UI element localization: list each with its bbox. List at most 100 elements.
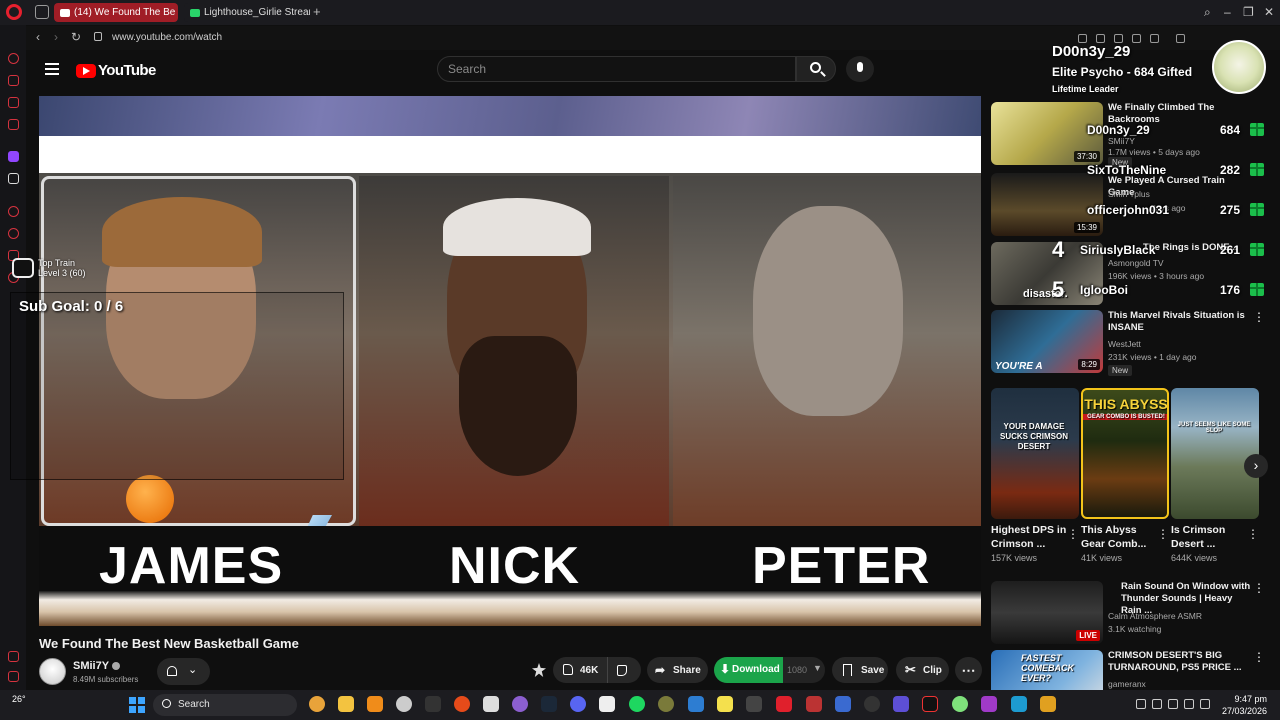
- wifi-icon[interactable]: [1184, 699, 1194, 709]
- aria-icon[interactable]: [8, 53, 19, 64]
- tray-chevron-icon[interactable]: [1136, 699, 1146, 709]
- spotify-icon[interactable]: [629, 696, 645, 712]
- save-button[interactable]: Save: [832, 657, 888, 683]
- vlc-icon[interactable]: [367, 696, 383, 712]
- app-icon[interactable]: [396, 696, 412, 712]
- video-thumbnail[interactable]: FASTEST COMEBACK EVER?: [991, 650, 1103, 690]
- extensions-icon[interactable]: [1176, 34, 1185, 43]
- app-icon[interactable]: [806, 696, 822, 712]
- channel-avatar[interactable]: [39, 658, 66, 685]
- tab-stream[interactable]: Lighthouse_Girlie Stream: [184, 3, 310, 22]
- volume-icon[interactable]: [1200, 699, 1210, 709]
- crypto-wallet-icon[interactable]: [8, 97, 19, 108]
- short-thumbnail[interactable]: JUST SEEMS LIKE SOME SLOP: [1171, 388, 1259, 519]
- app-icon[interactable]: [746, 696, 762, 712]
- workspaces-icon[interactable]: [35, 5, 49, 19]
- player-icon[interactable]: [8, 206, 19, 217]
- tab-youtube[interactable]: (14) We Found The Be: [54, 3, 178, 22]
- chrome-icon[interactable]: [309, 696, 325, 712]
- channel-name[interactable]: SMii7Y: [73, 660, 121, 672]
- app-icon[interactable]: [512, 696, 528, 712]
- tiktok-icon[interactable]: [922, 696, 938, 712]
- forward-button[interactable]: ›: [54, 30, 58, 44]
- heart-icon[interactable]: [1150, 34, 1159, 43]
- steam-icon[interactable]: [541, 696, 557, 712]
- url-field[interactable]: www.youtube.com/watch: [112, 32, 222, 43]
- tray-icon[interactable]: [1152, 699, 1162, 709]
- shorts-next-button[interactable]: ›: [1244, 454, 1268, 478]
- sticky-notes-icon[interactable]: [717, 696, 733, 712]
- app-icon[interactable]: [483, 696, 499, 712]
- app-icon[interactable]: [599, 696, 615, 712]
- toolbar-icon[interactable]: [1078, 34, 1087, 43]
- app-icon[interactable]: [981, 696, 997, 712]
- youtube-logo[interactable]: YouTube: [76, 62, 156, 79]
- messenger-icon[interactable]: [8, 119, 19, 130]
- x-icon[interactable]: [8, 173, 19, 184]
- more-options-icon[interactable]: ⋮: [1253, 581, 1265, 595]
- toolbar-icon[interactable]: [1096, 34, 1105, 43]
- dislike-button[interactable]: [617, 665, 627, 676]
- menu-icon[interactable]: [45, 63, 59, 78]
- weather-widget[interactable]: 26°: [12, 694, 26, 704]
- app-icon[interactable]: [688, 696, 704, 712]
- share-button[interactable]: ➦ Share: [647, 657, 708, 683]
- sparkle-icon[interactable]: [532, 663, 546, 677]
- short-thumbnail[interactable]: THIS ABYSS GEAR COMBO IS BUSTED!: [1081, 388, 1169, 519]
- short-card[interactable]: JUST SEEMS LIKE SOME SLOP Is Crimson Des…: [1171, 388, 1259, 563]
- reload-button[interactable]: ↻: [71, 30, 81, 44]
- more-options-icon[interactable]: ⋮: [1247, 527, 1259, 541]
- toolbar-icon[interactable]: [1132, 34, 1141, 43]
- resolution-chevron-icon[interactable]: ▼: [813, 663, 822, 673]
- video-thumbnail[interactable]: LIVE: [991, 581, 1103, 644]
- discord-icon[interactable]: [570, 696, 586, 712]
- brave-icon[interactable]: [454, 696, 470, 712]
- search-input[interactable]: [448, 62, 778, 76]
- resolution-select[interactable]: 1080: [787, 665, 807, 675]
- like-button[interactable]: 46K: [553, 657, 608, 683]
- more-options-icon[interactable]: ⋮: [1157, 527, 1169, 541]
- app-icon[interactable]: [425, 696, 441, 712]
- app-icon[interactable]: [835, 696, 851, 712]
- clock[interactable]: 9:47 pm 27/03/2026: [1217, 693, 1267, 717]
- app-icon[interactable]: [893, 696, 909, 712]
- gx-control-icon[interactable]: [8, 651, 19, 662]
- tray-icon[interactable]: [1168, 699, 1178, 709]
- list-item[interactable]: LIVE Rain Sound On Window with Thunder S…: [991, 581, 1276, 645]
- more-actions-button[interactable]: ⋯: [955, 657, 982, 683]
- back-button[interactable]: ‹: [36, 30, 40, 44]
- app-icon[interactable]: [952, 696, 968, 712]
- new-tab-button[interactable]: +: [313, 4, 321, 19]
- bag-icon[interactable]: [8, 75, 19, 86]
- list-item[interactable]: FASTEST COMEBACK EVER? CRIMSON DESERT'S …: [991, 650, 1276, 690]
- opera-logo-icon[interactable]: [6, 4, 22, 20]
- short-thumbnail[interactable]: YOUR DAMAGE SUCKS CRIMSON DESERT: [991, 388, 1079, 519]
- opera-icon[interactable]: [776, 696, 792, 712]
- short-card[interactable]: THIS ABYSS GEAR COMBO IS BUSTED! This Ab…: [1081, 388, 1169, 563]
- leaderboard-user: SixToTheNine: [1087, 163, 1167, 177]
- notifications-button[interactable]: ⌄: [157, 658, 210, 685]
- taskbar-search[interactable]: Search: [153, 694, 297, 716]
- minimize-button[interactable]: –: [1224, 5, 1231, 19]
- close-button[interactable]: ✕: [1264, 5, 1274, 19]
- windows-start-icon[interactable]: [129, 697, 145, 713]
- search-button[interactable]: [796, 56, 836, 82]
- app-icon[interactable]: [864, 696, 880, 712]
- twitch-icon[interactable]: [8, 151, 19, 162]
- app-icon[interactable]: [1011, 696, 1027, 712]
- history-icon[interactable]: [8, 228, 19, 239]
- sidebar-more-icon[interactable]: [8, 671, 19, 682]
- like-dislike-group: 46K: [553, 657, 641, 683]
- file-explorer-icon[interactable]: [338, 696, 354, 712]
- more-options-icon[interactable]: ⋮: [1253, 650, 1265, 664]
- maximize-button[interactable]: ❐: [1243, 5, 1254, 19]
- short-card[interactable]: YOUR DAMAGE SUCKS CRIMSON DESERT Highest…: [991, 388, 1079, 563]
- toolbar-icon[interactable]: [1114, 34, 1123, 43]
- app-icon[interactable]: [1040, 696, 1056, 712]
- download-button[interactable]: ⬇ Download: [714, 657, 783, 683]
- clip-button[interactable]: ✂ Clip: [896, 657, 949, 683]
- app-icon[interactable]: [658, 696, 674, 712]
- voice-search-button[interactable]: [846, 56, 874, 82]
- more-options-icon[interactable]: ⋮: [1067, 527, 1079, 541]
- search-tabs-icon[interactable]: ⌕: [1204, 5, 1211, 20]
